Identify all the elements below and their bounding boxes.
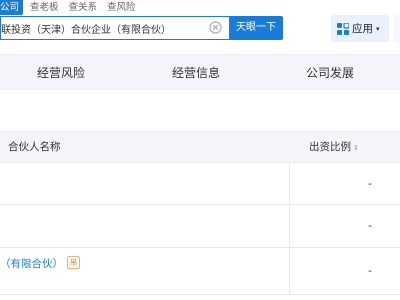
tab-company-development[interactable]: 公司发展	[306, 55, 354, 91]
section-nav: 经营风险 经营信息 公司发展	[0, 54, 400, 90]
search-type-tabs: 公司 查老板 查关系 查风险	[0, 0, 146, 15]
search-tab-relation[interactable]: 查关系	[69, 0, 98, 15]
partners-table: 合伙人名称 出资比例 ⇕ - - （有限合伙） 吊 -	[0, 131, 400, 295]
column-divider	[289, 248, 290, 294]
search-button[interactable]: 天眼一下	[229, 16, 283, 40]
contribution-ratio-cell: -	[368, 264, 372, 277]
partner-name-link[interactable]: （有限合伙）	[0, 256, 63, 271]
sort-icon[interactable]: ⇕	[353, 144, 359, 152]
table-row: -	[0, 205, 400, 248]
contribution-ratio-label: 出资比例	[309, 141, 351, 153]
clear-circle-icon[interactable]	[209, 21, 222, 34]
header-right-edge	[394, 15, 400, 42]
column-divider	[289, 205, 290, 247]
revoked-status-badge: 吊	[67, 256, 80, 269]
column-header-contribution-ratio[interactable]: 出资比例 ⇕	[309, 132, 359, 163]
tab-business-info[interactable]: 经营信息	[172, 55, 220, 91]
search-input[interactable]	[1, 17, 206, 39]
column-divider	[289, 163, 290, 204]
apps-menu-button[interactable]: 应用 ▾	[331, 15, 389, 42]
search-tab-risk[interactable]: 查风险	[107, 0, 136, 15]
table-row: （有限合伙） 吊 -	[0, 248, 400, 295]
column-header-partner-name: 合伙人名称	[8, 141, 61, 153]
search-tab-boss[interactable]: 查老板	[30, 0, 59, 15]
tab-business-risk[interactable]: 经营风险	[37, 55, 85, 91]
contribution-ratio-cell: -	[368, 177, 372, 190]
chevron-down-icon: ▾	[376, 24, 380, 33]
apps-menu-label: 应用	[352, 23, 373, 35]
search-tab-company[interactable]: 公司	[0, 0, 24, 15]
contribution-ratio-cell: -	[368, 219, 372, 232]
table-header: 合伙人名称 出资比例 ⇕	[0, 131, 400, 163]
table-row: -	[0, 163, 400, 205]
search-header: 公司 查老板 查关系 查风险 天眼一下 应用 ▾	[0, 0, 400, 54]
search-box	[0, 16, 229, 40]
app-grid-icon	[337, 22, 349, 35]
